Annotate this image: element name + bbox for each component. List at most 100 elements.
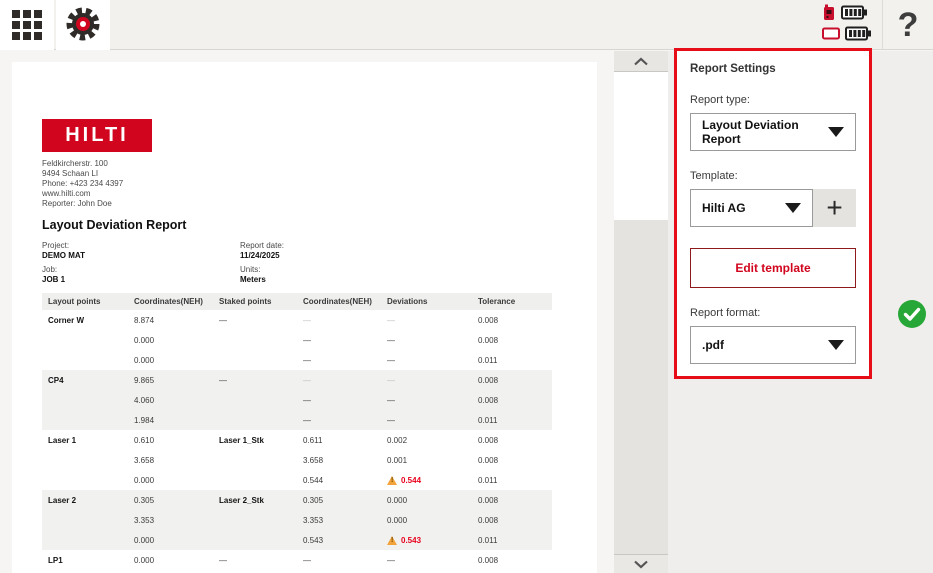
layout-coordinate: 0.305 [128, 496, 213, 505]
staked-coordinate: 0.611 [297, 436, 381, 445]
units-value: Meters [240, 275, 567, 284]
help-button[interactable]: ? [883, 0, 933, 50]
staked-point-name: — [213, 556, 297, 565]
report-date-label: Report date: [240, 241, 567, 250]
staked-coordinate: — [297, 396, 381, 405]
deviation-value: — [381, 416, 472, 425]
tolerance-value: 0.008 [472, 496, 552, 505]
template-select[interactable]: Hilti AG [690, 189, 813, 227]
layout-coordinate: 3.353 [128, 516, 213, 525]
deviation-value: 0.544 [381, 476, 472, 485]
address-line: 9494 Schaan LI [42, 169, 567, 179]
project-field: Project: DEMO MAT [42, 241, 240, 260]
scroll-down-button[interactable] [614, 554, 668, 573]
scrollbar-thumb[interactable] [614, 72, 668, 220]
col-header: Deviations [381, 297, 472, 306]
tolerance-value: 0.008 [472, 316, 552, 325]
tolerance-value: 0.008 [472, 556, 552, 565]
controller-device-icon [822, 4, 836, 26]
table-row: 0.000——0.011 [42, 350, 552, 370]
units-field: Units: Meters [240, 265, 567, 284]
table-group: Laser 10.610Laser 1_Stk0.6110.0020.0083.… [42, 430, 552, 490]
gear-icon [63, 4, 103, 47]
report-type-select[interactable]: Layout Deviation Report [690, 113, 856, 151]
table-group: CP49.865———0.0084.060——0.0081.984——0.011 [42, 370, 552, 430]
deviation-value: 0.000 [381, 516, 472, 525]
deviation-value: 0.000 [381, 496, 472, 505]
table-row: 3.3533.3530.0000.008 [42, 510, 552, 530]
layout-point-name: Laser 2 [42, 496, 128, 505]
tolerance-value: 0.008 [472, 336, 552, 345]
project-label: Project: [42, 241, 240, 250]
table-row: 3.6583.6580.0010.008 [42, 450, 552, 470]
chevron-up-icon [633, 54, 649, 69]
tolerance-value: 0.008 [472, 456, 552, 465]
staked-point-name: — [213, 316, 297, 325]
staked-point-name: — [213, 376, 297, 385]
settings-button[interactable] [56, 0, 110, 50]
job-label: Job: [42, 265, 240, 274]
table-header-row: Layout points Coordinates(NEH) Staked po… [42, 293, 552, 310]
layout-coordinate: 3.658 [128, 456, 213, 465]
report-format-select[interactable]: .pdf [690, 326, 856, 364]
table-group: Corner W8.874———0.0080.000——0.0080.000——… [42, 310, 552, 370]
chevron-down-icon [633, 557, 649, 572]
job-value: JOB 1 [42, 275, 240, 284]
report-date-value: 11/24/2025 [240, 251, 567, 260]
layout-coordinate: 0.000 [128, 536, 213, 545]
layout-coordinate: 4.060 [128, 396, 213, 405]
layout-coordinate: 0.610 [128, 436, 213, 445]
scroll-up-button[interactable] [614, 51, 668, 72]
tolerance-value: 0.008 [472, 396, 552, 405]
deviation-value: — [381, 396, 472, 405]
staked-coordinate: 0.305 [297, 496, 381, 505]
staked-coordinate: — [297, 356, 381, 365]
job-field: Job: JOB 1 [42, 265, 240, 284]
question-mark-icon: ? [898, 6, 919, 44]
edit-template-button[interactable]: Edit template [690, 248, 856, 288]
template-value: Hilti AG [702, 201, 746, 215]
staked-point-name: Laser 1_Stk [213, 436, 297, 445]
layout-coordinate: 9.865 [128, 376, 213, 385]
tolerance-value: 0.008 [472, 376, 552, 385]
table-row: CP49.865———0.008 [42, 370, 552, 390]
layout-point-name: LP1 [42, 556, 128, 565]
units-label: Units: [240, 265, 567, 274]
table-group: Laser 20.305Laser 2_Stk0.3050.0000.0083.… [42, 490, 552, 550]
table-row: Laser 10.610Laser 1_Stk0.6110.0020.008 [42, 430, 552, 450]
chevron-down-icon [785, 203, 801, 213]
hilti-logo: HILTI [42, 119, 152, 152]
layout-coordinate: 0.000 [128, 556, 213, 565]
deviation-value: — [381, 356, 472, 365]
add-template-button[interactable]: + [813, 189, 856, 227]
confirm-button[interactable] [897, 299, 927, 329]
col-header: Coordinates(NEH) [128, 297, 213, 306]
layout-coordinate: 1.984 [128, 416, 213, 425]
preview-scrollbar [614, 51, 668, 573]
layout-coordinate: 8.874 [128, 316, 213, 325]
chevron-down-icon [828, 127, 844, 137]
template-label: Template: [690, 170, 856, 182]
staked-coordinate: 0.544 [297, 476, 381, 485]
col-header: Layout points [42, 297, 128, 306]
layout-coordinate: 0.000 [128, 476, 213, 485]
tool-battery-row [822, 27, 872, 44]
address-line: Feldkircherstr. 100 [42, 159, 567, 169]
report-title: Layout Deviation Report [42, 218, 567, 232]
scrollbar-track[interactable] [614, 72, 668, 554]
staked-coordinate: — [297, 316, 381, 325]
layout-point-name: Corner W [42, 316, 128, 325]
apps-menu-button[interactable] [0, 0, 54, 50]
warning-icon [387, 536, 397, 545]
deviation-table: Layout points Coordinates(NEH) Staked po… [42, 293, 552, 570]
table-group: LP10.000———0.008 [42, 550, 552, 570]
staked-coordinate: — [297, 416, 381, 425]
report-info: Project: DEMO MAT Report date: 11/24/202… [42, 241, 567, 284]
tolerance-value: 0.011 [472, 416, 552, 425]
staked-coordinate: — [297, 556, 381, 565]
apps-grid-icon [12, 10, 42, 40]
report-format-value: .pdf [702, 338, 724, 352]
table-row: 0.000——0.008 [42, 330, 552, 350]
deviation-value: — [381, 556, 472, 565]
report-date-field: Report date: 11/24/2025 [240, 241, 567, 260]
